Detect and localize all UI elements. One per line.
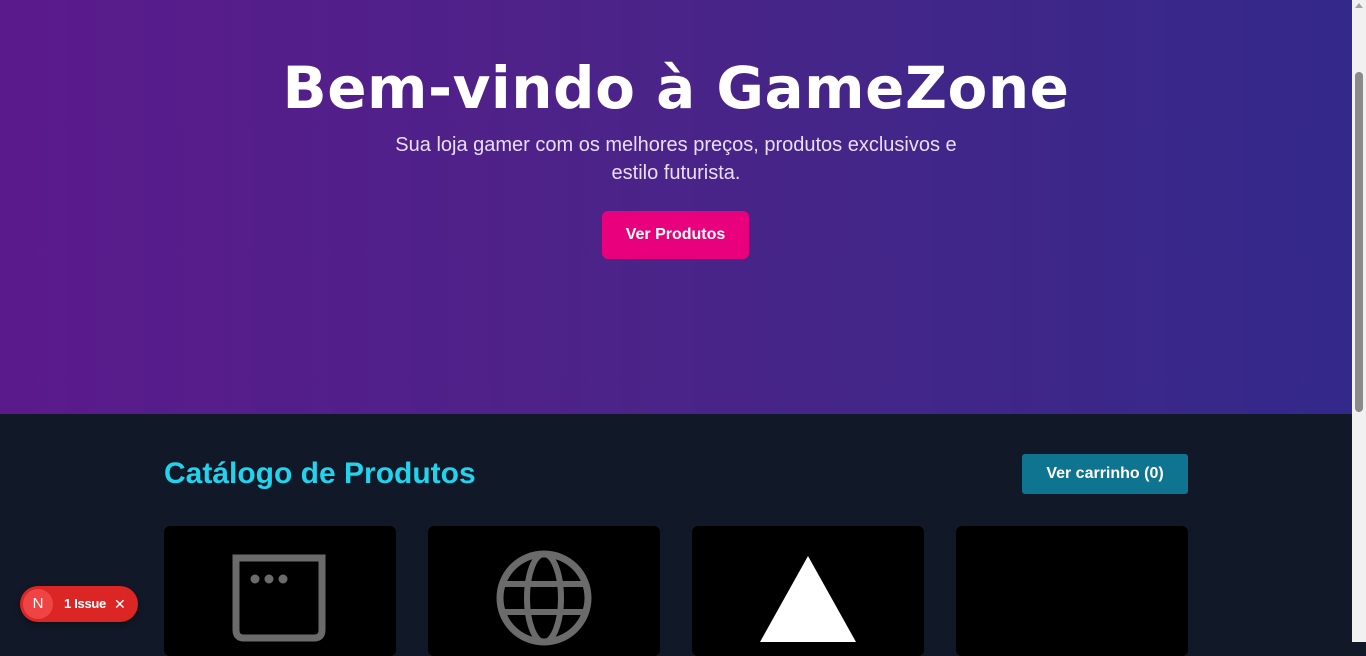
view-products-button[interactable]: Ver Produtos — [602, 211, 749, 259]
hero-title: Bem-vindo à GameZone — [282, 54, 1070, 122]
catalog-title: Catálogo de Produtos — [164, 457, 476, 490]
triangle-icon — [760, 556, 856, 642]
globe-icon — [496, 550, 592, 646]
scrollbar-thumb[interactable] — [1355, 72, 1363, 412]
scroll-up-arrow-icon[interactable] — [1355, 3, 1363, 8]
hero-subtitle: Sua loja gamer com os melhores preços, p… — [395, 134, 957, 184]
issue-count-label[interactable]: 1 Issue — [64, 586, 106, 622]
view-cart-button[interactable]: Ver carrinho (0) — [1022, 454, 1188, 494]
close-icon[interactable]: ✕ — [114, 586, 126, 622]
vertical-scrollbar[interactable] — [1352, 0, 1366, 642]
product-card[interactable] — [164, 526, 396, 656]
nextjs-logo-icon: N — [23, 589, 53, 619]
product-card[interactable] — [956, 526, 1188, 656]
browser-window-icon — [232, 554, 326, 642]
product-card[interactable] — [428, 526, 660, 656]
issues-badge[interactable]: N 1 Issue ✕ — [20, 586, 138, 622]
hero-section: Bem-vindo à GameZone Sua loja gamer com … — [0, 0, 1352, 414]
product-card[interactable] — [692, 526, 924, 656]
